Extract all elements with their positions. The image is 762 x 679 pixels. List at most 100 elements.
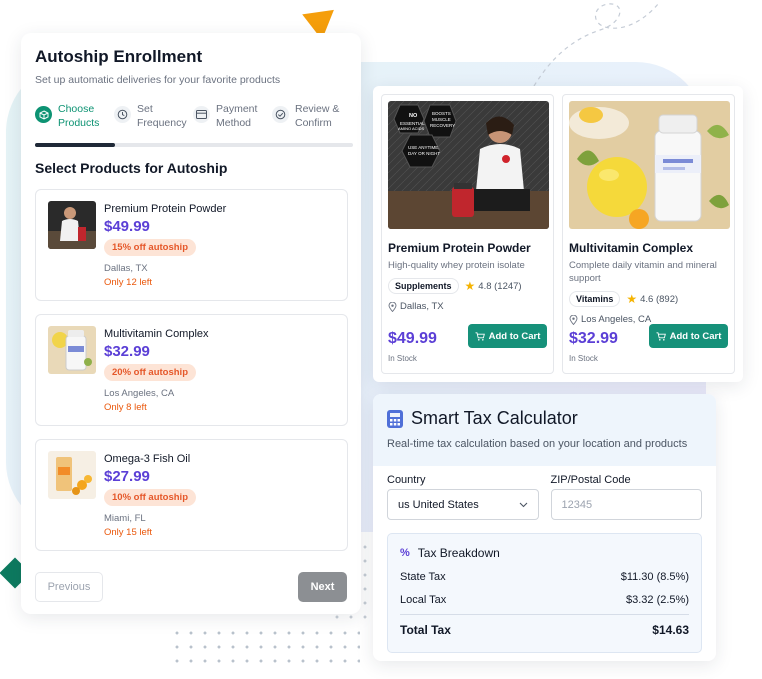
photo-text: RECOVERY — [430, 123, 455, 128]
product-name: Premium Protein Powder — [104, 203, 227, 215]
tax-total-row: Total Tax $14.63 — [400, 623, 689, 637]
add-to-cart-button[interactable]: Add to Cart — [468, 324, 547, 348]
clock-icon — [114, 106, 131, 123]
product-image — [48, 201, 96, 249]
breakdown-title: Tax Breakdown — [417, 546, 500, 560]
product-location: Miami, FL — [104, 513, 146, 524]
product-photo: NO ESSENTIAL AMINO ACIDS BOOSTS MUSCLE R… — [388, 101, 549, 229]
autoship-card: Autoship Enrollment Set up automatic del… — [21, 33, 361, 614]
product-price: $32.99 — [104, 343, 150, 360]
photo-text: AMINO ACIDS — [398, 126, 425, 131]
step-label-line1: Payment — [216, 103, 258, 115]
product-price: $27.99 — [104, 468, 150, 485]
stepper: Choose Products Set Frequency Payment Metho… — [35, 102, 347, 130]
total-label: Total Tax — [400, 623, 451, 637]
product-option-multivitamin[interactable]: Multivitamin Complex $32.99 20% off auto… — [35, 314, 348, 426]
category-tag: Vitamins — [569, 291, 621, 307]
autoship-subtitle: Set up automatic deliveries for your fav… — [35, 74, 281, 86]
product-description: High-quality whey protein isolate — [388, 260, 525, 271]
section-title: Select Products for Autoship — [35, 160, 228, 176]
step-label-line2: Products — [58, 117, 100, 129]
step-label-line1: Set — [137, 103, 153, 115]
autoship-title: Autoship Enrollment — [35, 47, 203, 66]
discount-badge: 20% off autoship — [104, 364, 197, 381]
product-card-protein[interactable]: NO ESSENTIAL AMINO ACIDS BOOSTS MUSCLE R… — [381, 94, 554, 374]
percent-icon: % — [400, 547, 410, 559]
stock-warning: Only 8 left — [104, 402, 147, 413]
star-icon: ★ — [464, 279, 476, 293]
tax-breakdown: % Tax Breakdown State Tax $11.30 (8.5%) … — [387, 533, 702, 653]
step-choose-products[interactable]: Choose Products — [35, 102, 110, 130]
total-value: $14.63 — [652, 623, 689, 637]
tax-row-value: $11.30 (8.5%) — [620, 571, 689, 583]
product-option-protein[interactable]: Premium Protein Powder $49.99 15% off au… — [35, 189, 348, 301]
product-image — [48, 326, 96, 374]
progress-fill — [35, 143, 115, 147]
product-price: $49.99 — [104, 218, 150, 235]
tax-row-state: State Tax $11.30 (8.5%) — [400, 571, 689, 583]
progress-bar — [35, 143, 353, 147]
photo-text: BOOSTS — [432, 111, 451, 116]
stock-status: In Stock — [569, 354, 598, 363]
product-card-multivitamin[interactable]: Multivitamin Complex Complete daily vita… — [562, 94, 735, 374]
discount-badge: 15% off autoship — [104, 239, 197, 256]
product-location: Dallas, TX — [400, 301, 444, 312]
tax-row-local: Local Tax $3.32 (2.5%) — [400, 594, 689, 606]
product-location: Los Angeles, CA — [104, 388, 175, 399]
step-review-confirm[interactable]: Review & Confirm — [272, 102, 347, 130]
step-set-frequency[interactable]: Set Frequency — [114, 102, 189, 130]
product-photo — [569, 101, 730, 229]
cart-icon — [656, 331, 666, 341]
next-button[interactable]: Next — [298, 572, 347, 602]
previous-button[interactable]: Previous — [35, 572, 103, 602]
chevron-down-icon — [519, 502, 527, 507]
box-icon — [35, 106, 52, 123]
product-name: Omega-3 Fish Oil — [104, 453, 191, 465]
rating-text: 4.6 (892) — [640, 293, 679, 305]
step-label-line2: Confirm — [295, 117, 332, 129]
country-select[interactable]: us United States — [387, 489, 539, 520]
country-label: Country — [387, 474, 426, 486]
add-to-cart-button[interactable]: Add to Cart — [649, 324, 728, 348]
photo-text: MUSCLE — [432, 117, 451, 122]
stock-warning: Only 15 left — [104, 527, 153, 538]
discount-badge: 10% off autoship — [104, 489, 197, 506]
product-image — [48, 451, 96, 499]
product-location: Los Angeles, CA — [581, 314, 652, 325]
product-name: Multivitamin Complex — [569, 241, 694, 255]
add-to-cart-label: Add to Cart — [669, 330, 722, 342]
location-pin-icon — [388, 301, 397, 312]
step-label-line2: Frequency — [137, 117, 187, 129]
location-pin-icon — [569, 314, 578, 325]
tax-calculator-card: Smart Tax Calculator Real-time tax calcu… — [373, 394, 716, 661]
tax-subtitle: Real-time tax calculation based on your … — [387, 438, 688, 450]
product-option-omega3[interactable]: Omega-3 Fish Oil $27.99 10% off autoship… — [35, 439, 348, 551]
product-location: Dallas, TX — [104, 263, 148, 274]
step-payment-method[interactable]: Payment Method — [193, 102, 268, 130]
product-name: Premium Protein Powder — [388, 241, 531, 255]
product-listing: NO ESSENTIAL AMINO ACIDS BOOSTS MUSCLE R… — [373, 86, 743, 382]
stock-status: In Stock — [388, 354, 417, 363]
photo-text: NO — [409, 113, 418, 119]
product-name: Multivitamin Complex — [104, 328, 209, 340]
product-description: Complete daily vitamin and mineral suppo… — [569, 260, 717, 284]
page: Autoship Enrollment Set up automatic del… — [0, 0, 762, 679]
photo-text: DAY OR NIGHT — [408, 151, 440, 156]
dashed-swirl-decoration — [533, 3, 659, 87]
zip-input[interactable] — [561, 498, 691, 511]
photo-text: USE ANYTIME, — [408, 145, 440, 150]
step-label-line2: Method — [216, 117, 252, 129]
step-label-line1: Choose — [58, 103, 95, 115]
step-label-line1: Review & — [295, 103, 340, 115]
tax-row-label: Local Tax — [400, 594, 447, 606]
country-value: us United States — [398, 498, 479, 511]
rating-text: 4.8 (1247) — [478, 280, 522, 292]
zip-label: ZIP/Postal Code — [550, 474, 631, 486]
tax-title: Smart Tax Calculator — [411, 408, 578, 428]
check-icon — [272, 106, 289, 123]
dot-grid-decoration — [170, 626, 360, 666]
stock-warning: Only 12 left — [104, 277, 153, 288]
add-to-cart-label: Add to Cart — [488, 330, 541, 342]
star-icon: ★ — [626, 292, 638, 306]
cart-icon — [475, 331, 485, 341]
